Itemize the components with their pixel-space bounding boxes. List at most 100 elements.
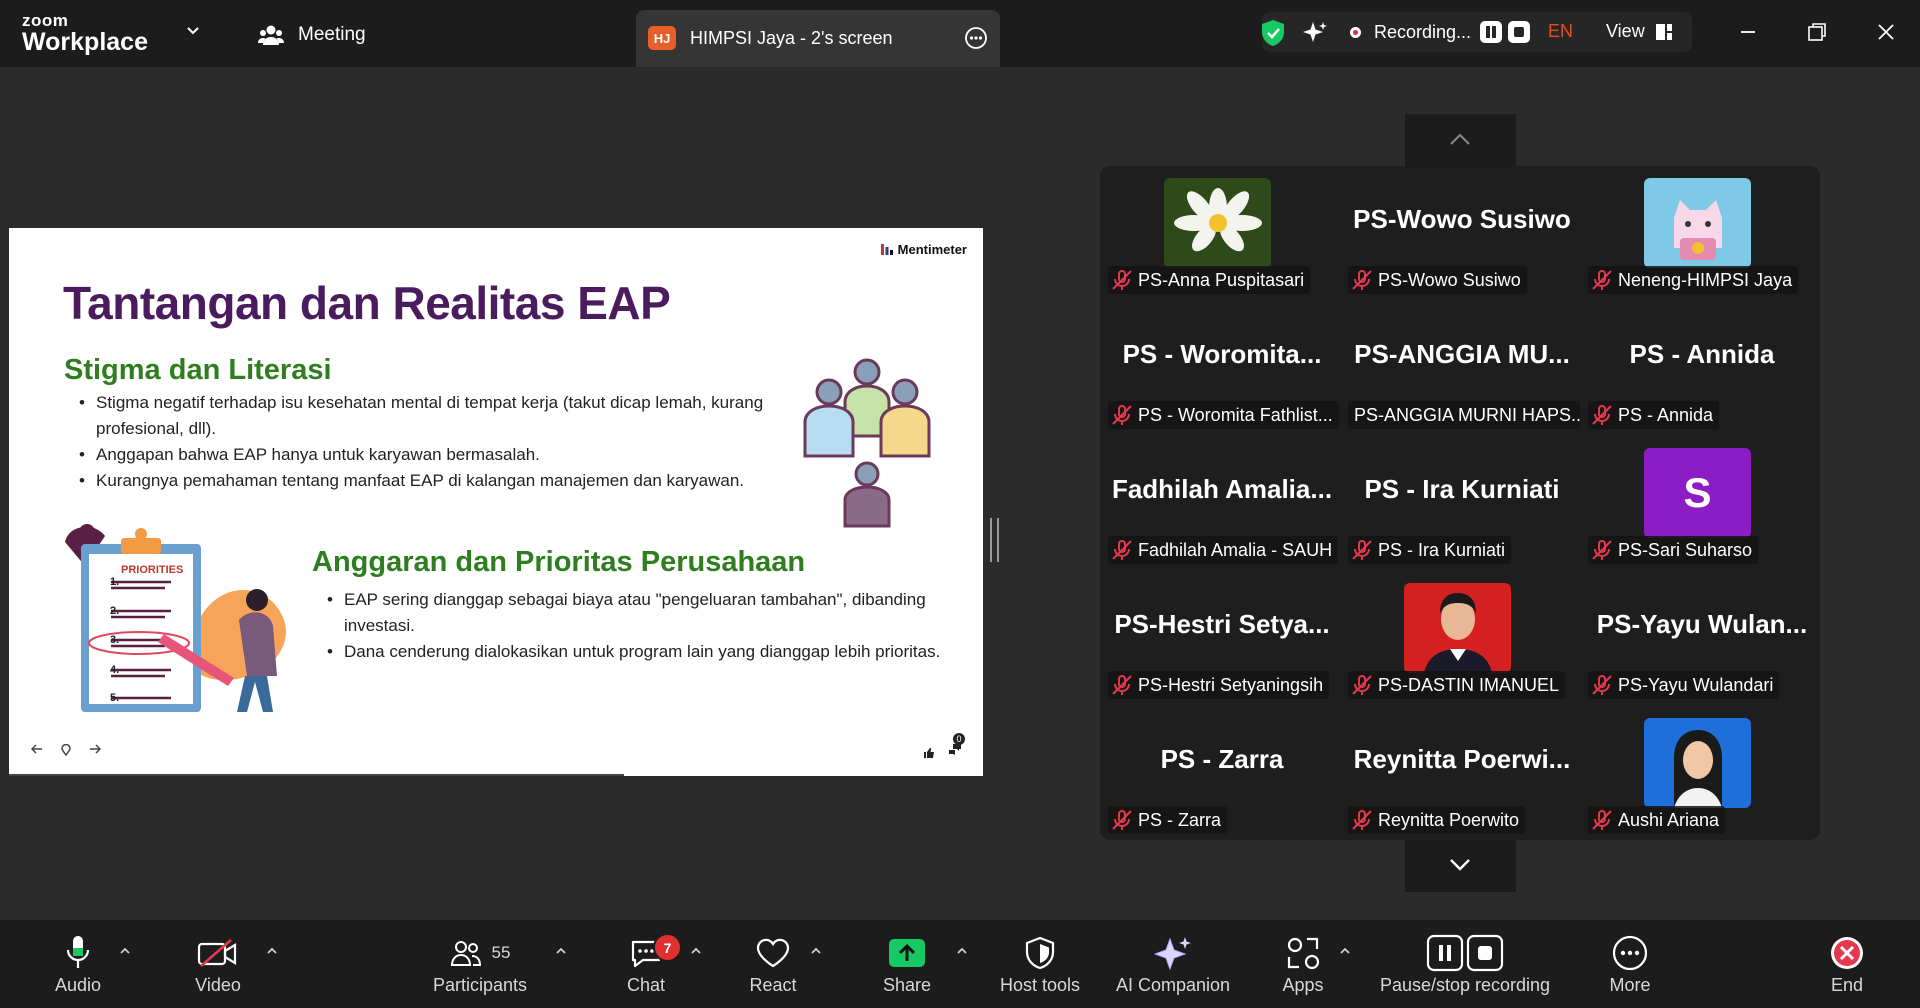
participant-tile[interactable]: PS-Anna Puspitasari bbox=[1104, 166, 1340, 300]
participant-display-name: PS - Zarra bbox=[1160, 744, 1284, 774]
participant-name-tag: PS-Anna Puspitasari bbox=[1108, 266, 1311, 294]
participants-button[interactable]: 55 Participants bbox=[430, 920, 530, 1008]
react-options-caret-icon[interactable] bbox=[809, 944, 823, 958]
sharer-avatar: HJ bbox=[648, 26, 676, 50]
participant-avatar bbox=[1164, 178, 1271, 268]
chat-options-caret-icon[interactable] bbox=[689, 944, 703, 958]
gallery-scroll-up-button[interactable] bbox=[1405, 114, 1516, 166]
participant-tile[interactable]: PS - Ira Kurniati PS - Ira Kurniati bbox=[1344, 436, 1580, 570]
participants-count: 55 bbox=[491, 943, 511, 962]
share-label: Share bbox=[882, 975, 932, 995]
participant-tile[interactable]: PS - Woromita... PS - Woromita Fathlist..… bbox=[1104, 301, 1340, 435]
minimize-icon[interactable] bbox=[1734, 18, 1762, 46]
share-options-caret-icon[interactable] bbox=[955, 944, 969, 958]
muted-mic-icon bbox=[1592, 405, 1612, 425]
restore-icon[interactable] bbox=[1803, 18, 1831, 46]
chat-label: Chat bbox=[626, 975, 666, 995]
view-button[interactable]: View bbox=[1606, 21, 1673, 42]
participant-tile[interactable]: PS-Hestri Setya... PS-Hestri Setyaningsih bbox=[1104, 571, 1340, 705]
microphone-icon bbox=[66, 936, 90, 968]
participant-name-tag: Reynitta Poerwito bbox=[1348, 806, 1526, 834]
close-icon[interactable] bbox=[1872, 18, 1900, 46]
host-tools-button[interactable]: Host tools bbox=[995, 920, 1085, 1008]
share-button[interactable]: Share bbox=[882, 920, 932, 1008]
recording-label: Recording... bbox=[1374, 22, 1472, 42]
ai-companion-button[interactable]: AI Companion bbox=[1111, 920, 1235, 1008]
video-off-icon bbox=[197, 939, 237, 967]
people-icon bbox=[258, 25, 284, 45]
participants-options-caret-icon[interactable] bbox=[554, 944, 568, 958]
apps-options-caret-icon[interactable] bbox=[1338, 944, 1352, 958]
stop-recording-button[interactable] bbox=[1508, 21, 1530, 43]
ai-companion-label: AI Companion bbox=[1115, 975, 1231, 995]
meeting-menu[interactable]: Meeting bbox=[258, 24, 366, 46]
meeting-label: Meeting bbox=[298, 24, 366, 45]
language-indicator[interactable]: EN bbox=[1548, 21, 1573, 42]
video-options-caret-icon[interactable] bbox=[265, 944, 279, 958]
top-bar: zoom Workplace Meeting HJ HIMPSI Jaya - … bbox=[0, 0, 1920, 67]
muted-mic-icon bbox=[1592, 810, 1612, 830]
participant-tile[interactable]: PS-DASTIN IMANUEL bbox=[1344, 571, 1580, 705]
participant-name: PS-DASTIN IMANUEL bbox=[1378, 674, 1560, 695]
participant-tile[interactable]: PS - Zarra PS - Zarra bbox=[1104, 706, 1340, 840]
pause-stop-recording-icon bbox=[1426, 934, 1504, 972]
participant-tile[interactable]: S PS-Sari Suharso bbox=[1584, 436, 1820, 570]
gallery-scroll-down-button[interactable] bbox=[1405, 840, 1516, 892]
participant-display-name: PS-Wowo Susiwo bbox=[1353, 204, 1571, 234]
bullet-item: Dana cenderung dialokasikan untuk progra… bbox=[327, 639, 947, 665]
participant-name-tag: PS-DASTIN IMANUEL bbox=[1348, 671, 1566, 699]
participant-name: PS-ANGGIA MURNI HAPS... bbox=[1354, 404, 1580, 425]
section2-bullets: EAP sering dianggap sebagai biaya atau "… bbox=[327, 587, 947, 665]
more-label: More bbox=[1609, 975, 1651, 995]
audio-options-caret-icon[interactable] bbox=[118, 944, 132, 958]
more-options-icon[interactable] bbox=[964, 26, 988, 50]
chevron-up-icon bbox=[1450, 133, 1470, 145]
react-button[interactable]: React bbox=[748, 920, 798, 1008]
shared-screen-title: HIMPSI Jaya - 2's screen bbox=[690, 28, 893, 48]
chevron-down-icon[interactable] bbox=[184, 22, 202, 40]
people-group-illustration bbox=[803, 358, 931, 528]
participant-tile[interactable]: PS-Wowo Susiwo PS-Wowo Susiwo bbox=[1344, 166, 1580, 300]
bullet-item: Anggapan bahwa EAP hanya untuk karyawan … bbox=[79, 442, 779, 468]
pause-stop-recording-button[interactable]: Pause/stop recording bbox=[1373, 920, 1557, 1008]
more-button[interactable]: More bbox=[1606, 920, 1654, 1008]
pause-recording-button[interactable] bbox=[1480, 21, 1502, 43]
participant-name: Aushi Ariana bbox=[1618, 809, 1720, 830]
logo-workplace-text: Workplace bbox=[22, 28, 148, 56]
video-button[interactable]: Video bbox=[185, 920, 251, 1008]
participant-tile[interactable]: Reynitta Poerwi... Reynitta Poerwito bbox=[1344, 706, 1580, 840]
participant-name: PS - Ira Kurniati bbox=[1378, 539, 1506, 560]
participant-tile[interactable]: Aushi Ariana bbox=[1584, 706, 1820, 840]
participant-name-tag: PS-Sari Suharso bbox=[1588, 536, 1759, 564]
slide-progress-bar bbox=[9, 774, 624, 776]
end-x-icon bbox=[1831, 937, 1863, 969]
participant-tile[interactable]: PS-ANGGIA MU... PS-ANGGIA MURNI HAPS... bbox=[1344, 301, 1580, 435]
video-label: Video bbox=[195, 975, 241, 995]
participant-tile[interactable]: Neneng-HIMPSI Jaya bbox=[1584, 166, 1820, 300]
end-meeting-button[interactable]: End bbox=[1827, 920, 1867, 1008]
participant-tile[interactable]: PS - Annida PS - Annida bbox=[1584, 301, 1820, 435]
host-tools-label: Host tools bbox=[999, 975, 1081, 995]
pause-stop-label: Pause/stop recording bbox=[1379, 975, 1551, 995]
participant-name: Neneng-HIMPSI Jaya bbox=[1618, 269, 1793, 290]
arrow-right-icon[interactable] bbox=[89, 744, 101, 754]
participant-name: PS-Sari Suharso bbox=[1618, 539, 1753, 560]
zoom-logo: zoom Workplace bbox=[22, 12, 148, 55]
shared-screen-tab[interactable]: HJ HIMPSI Jaya - 2's screen bbox=[636, 10, 1000, 67]
encryption-shield-icon[interactable] bbox=[1260, 19, 1286, 47]
arrow-left-icon[interactable] bbox=[31, 744, 43, 754]
participant-display-name: PS-Yayu Wulan... bbox=[1596, 609, 1808, 639]
ai-sparkle-icon[interactable] bbox=[1302, 20, 1328, 46]
muted-mic-icon bbox=[1112, 270, 1132, 290]
participant-display-name: PS-ANGGIA MU... bbox=[1354, 339, 1570, 369]
participant-tile[interactable]: Fadhilah Amalia... Fadhilah Amalia - SAUH bbox=[1104, 436, 1340, 570]
location-pin-icon[interactable] bbox=[61, 744, 71, 756]
audio-button[interactable]: Audio bbox=[44, 920, 112, 1008]
participant-name: PS-Hestri Setyaningsih bbox=[1138, 674, 1324, 695]
participant-tile[interactable]: PS-Yayu Wulan... PS-Yayu Wulandari bbox=[1584, 571, 1820, 705]
apps-button[interactable]: Apps bbox=[1278, 920, 1328, 1008]
splitter-handle[interactable] bbox=[990, 518, 999, 562]
thumbs-up-icon[interactable] bbox=[923, 747, 935, 759]
muted-mic-icon bbox=[1112, 810, 1132, 830]
bullet-item: EAP sering dianggap sebagai biaya atau "… bbox=[327, 587, 947, 639]
